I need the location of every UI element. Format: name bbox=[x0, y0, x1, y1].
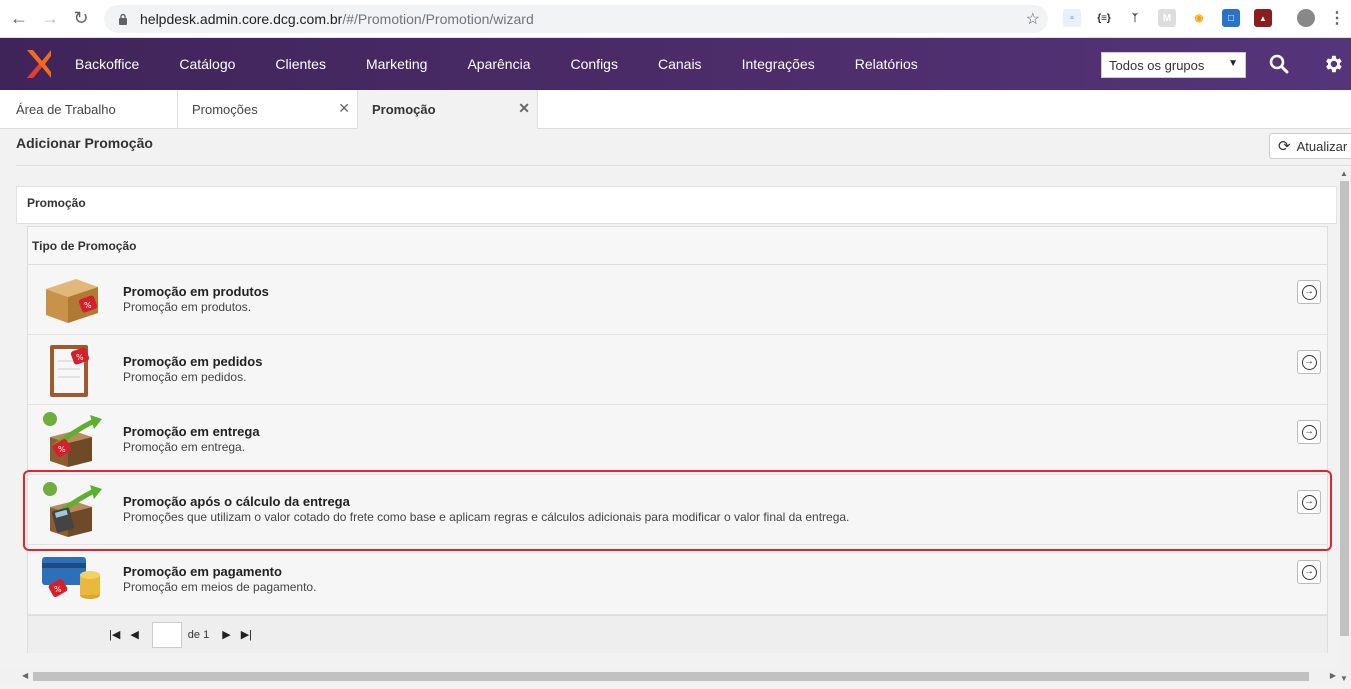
tab-promocao[interactable]: Promoção ✕ bbox=[358, 90, 538, 129]
row-description: Promoção em pedidos. bbox=[123, 370, 247, 384]
forward-icon[interactable]: → bbox=[36, 5, 64, 33]
more-menu-icon[interactable]: ⋮ bbox=[1328, 9, 1346, 27]
promotion-type-grid: Tipo de Promoção % Promoção em produtos … bbox=[27, 226, 1328, 653]
arrow-right-circle-icon[interactable]: → bbox=[1297, 490, 1321, 514]
pagination: |◀ ◀ de 1 ▶ ▶| bbox=[28, 615, 1327, 653]
vertical-scrollbar[interactable]: ▲ ▼ bbox=[1338, 169, 1351, 689]
row-description: Promoções que utilizam o valor cotado do… bbox=[123, 510, 850, 524]
row-description: Promoção em entrega. bbox=[123, 440, 246, 454]
page-count-label: de 1 bbox=[187, 628, 210, 641]
tab-bar: Área de Trabalho Promoções ✕ Promoção ✕ bbox=[0, 90, 1351, 129]
brand-logo[interactable] bbox=[16, 38, 60, 90]
row-title: Promoção após o cálculo da entrega bbox=[123, 494, 350, 509]
tab-area-de-trabalho[interactable]: Área de Trabalho bbox=[0, 90, 178, 129]
page-number-input[interactable] bbox=[151, 621, 182, 648]
browser-toolbar: ← → ↻ helpdesk.admin.core.dcg.com.br/#/P… bbox=[0, 0, 1351, 38]
list-item[interactable]: % Promoção em pedidos Promoção em pedido… bbox=[28, 335, 1327, 405]
close-icon[interactable]: ✕ bbox=[518, 100, 530, 117]
tab-promocoes[interactable]: Promoções ✕ bbox=[178, 90, 358, 129]
list-item[interactable]: % Promoção em produtos Promoção em produ… bbox=[28, 265, 1327, 335]
group-select[interactable]: Todos os grupos ▼ bbox=[1101, 52, 1246, 78]
chevron-down-icon: ▼ bbox=[1228, 58, 1238, 69]
panel-title: Promoção bbox=[27, 196, 86, 210]
payment-card-icon: % bbox=[40, 551, 104, 609]
svg-text:%: % bbox=[84, 301, 92, 310]
bookmark-star-icon[interactable]: ☆ bbox=[1026, 9, 1040, 29]
row-title: Promoção em pedidos bbox=[123, 354, 263, 369]
page-title: Adicionar Promoção bbox=[16, 135, 153, 151]
prev-page-icon[interactable]: ◀ bbox=[130, 628, 138, 641]
group-select-value: Todos os grupos bbox=[1109, 57, 1205, 73]
list-item[interactable]: % Promoção em entrega Promoção em entreg… bbox=[28, 405, 1327, 475]
row-title: Promoção em entrega bbox=[123, 424, 260, 439]
promotion-panel-header: Promoção bbox=[16, 186, 1337, 224]
menu-item-aparencia[interactable]: Aparência bbox=[447, 38, 550, 90]
extension-icon[interactable]: ◉ bbox=[1190, 9, 1208, 27]
scrollbar-thumb[interactable] bbox=[1340, 181, 1349, 636]
row-title: Promoção em pagamento bbox=[123, 564, 282, 579]
scrollbar-thumb[interactable] bbox=[33, 672, 1309, 681]
arrow-right-circle-icon[interactable]: → bbox=[1297, 420, 1321, 444]
json-extension-icon[interactable]: {≡} bbox=[1095, 9, 1113, 27]
arrow-right-circle-icon[interactable]: → bbox=[1297, 350, 1321, 374]
grid-header: Tipo de Promoção bbox=[28, 227, 1327, 265]
list-item[interactable]: % Promoção em pagamento Promoção em meio… bbox=[28, 545, 1327, 615]
svg-text:%: % bbox=[54, 585, 62, 594]
menu-item-integracoes[interactable]: Integrações bbox=[722, 38, 835, 90]
delivery-box-icon: % bbox=[40, 411, 104, 469]
extension-icon[interactable]: ▫ bbox=[1063, 9, 1081, 27]
tab-label: Área de Trabalho bbox=[16, 102, 116, 117]
row-description: Promoção em produtos. bbox=[123, 300, 252, 314]
menu-item-canais[interactable]: Canais bbox=[638, 38, 722, 90]
refresh-label: Atualizar bbox=[1296, 138, 1348, 154]
app-header: Backoffice Catálogo Clientes Marketing A… bbox=[0, 38, 1351, 90]
next-page-icon[interactable]: ▶ bbox=[222, 628, 230, 641]
address-bar[interactable]: helpdesk.admin.core.dcg.com.br/#/Promoti… bbox=[104, 5, 1048, 33]
main-menu: Backoffice Catálogo Clientes Marketing A… bbox=[75, 38, 938, 90]
page-content: Adicionar Promoção ⟳ Atualizar Promoção … bbox=[0, 129, 1351, 689]
arrow-right-circle-icon[interactable]: → bbox=[1297, 560, 1321, 584]
extension-icon[interactable]: ᛉ bbox=[1126, 9, 1144, 27]
search-icon[interactable] bbox=[1266, 51, 1292, 77]
menu-item-configs[interactable]: Configs bbox=[551, 38, 638, 90]
product-box-icon: % bbox=[40, 271, 104, 329]
menu-item-clientes[interactable]: Clientes bbox=[255, 38, 346, 90]
menu-item-catalogo[interactable]: Catálogo bbox=[159, 38, 255, 90]
row-title: Promoção em produtos bbox=[123, 284, 269, 299]
tab-label: Promoção bbox=[372, 102, 436, 117]
refresh-icon: ⟳ bbox=[1278, 138, 1291, 155]
extension-icon[interactable]: M bbox=[1158, 9, 1176, 27]
menu-item-marketing[interactable]: Marketing bbox=[346, 38, 447, 90]
order-clipboard-icon: % bbox=[40, 341, 104, 399]
close-icon[interactable]: ✕ bbox=[338, 100, 350, 117]
tab-label: Promoções bbox=[192, 102, 258, 117]
horizontal-scrollbar[interactable]: ◀ ▶ bbox=[0, 669, 1338, 683]
gear-icon[interactable] bbox=[1320, 51, 1346, 77]
divider bbox=[16, 165, 1351, 166]
back-icon[interactable]: ← bbox=[5, 5, 33, 33]
reload-icon[interactable]: ↻ bbox=[67, 5, 95, 33]
extension-icon[interactable]: ▲ bbox=[1254, 9, 1272, 27]
avatar[interactable] bbox=[1297, 9, 1315, 27]
arrow-right-circle-icon[interactable]: → bbox=[1297, 280, 1321, 304]
scroll-up-icon[interactable]: ▲ bbox=[1340, 169, 1348, 178]
list-item[interactable]: Promoção após o cálculo da entrega Promo… bbox=[28, 475, 1327, 545]
lock-icon bbox=[116, 12, 130, 26]
url-text: helpdesk.admin.core.dcg.com.br/#/Promoti… bbox=[140, 11, 534, 27]
scroll-right-icon[interactable]: ▶ bbox=[1330, 671, 1336, 680]
menu-item-relatorios[interactable]: Relatórios bbox=[835, 38, 938, 90]
scroll-down-icon[interactable]: ▼ bbox=[1340, 674, 1348, 683]
extension-icon[interactable]: □ bbox=[1222, 9, 1240, 27]
refresh-button[interactable]: ⟳ Atualizar bbox=[1269, 133, 1351, 159]
svg-text:%: % bbox=[58, 445, 66, 454]
last-page-icon[interactable]: ▶| bbox=[241, 628, 252, 641]
scroll-left-icon[interactable]: ◀ bbox=[22, 671, 28, 680]
row-description: Promoção em meios de pagamento. bbox=[123, 580, 317, 594]
menu-item-backoffice[interactable]: Backoffice bbox=[75, 38, 159, 90]
svg-text:%: % bbox=[76, 353, 84, 362]
first-page-icon[interactable]: |◀ bbox=[109, 628, 120, 641]
delivery-calculator-icon bbox=[40, 481, 104, 539]
